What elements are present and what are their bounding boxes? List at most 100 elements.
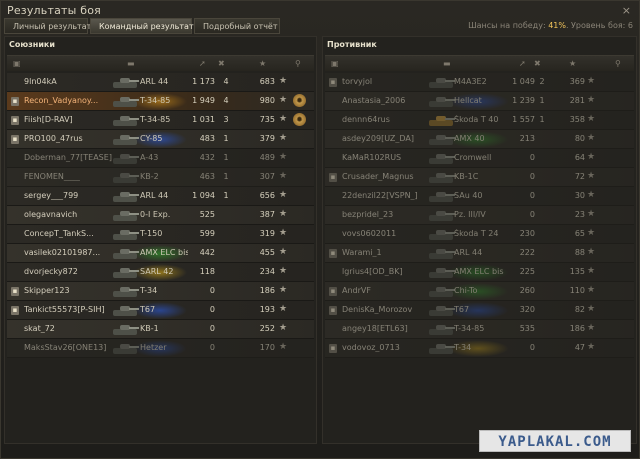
player-name[interactable]: Crusader_Magnus <box>342 172 437 181</box>
close-icon[interactable]: × <box>622 4 631 17</box>
player-name[interactable]: sergey___799 <box>24 191 112 200</box>
player-row[interactable]: dvorjecky872 SARL 42 118 234 ★ <box>7 263 314 282</box>
player-name[interactable]: dennn64rus <box>342 115 437 124</box>
player-row[interactable]: ▪ Recon_Vadyanoy... T-34-85 1 949 4 980 ★ ✹ <box>7 92 314 111</box>
player-name[interactable]: AndrVF <box>342 286 437 295</box>
player-name[interactable]: vodovoz_0713 <box>342 343 437 352</box>
medal-icon[interactable]: ⚲ <box>295 59 301 68</box>
player-row[interactable]: 22denzil22[VSPN_] SAu 40 0 30 ★ <box>325 187 634 206</box>
player-row[interactable]: ▪ Skipper123 T-34 0 186 ★ <box>7 282 314 301</box>
player-name[interactable]: bezpridel_23 <box>342 210 437 219</box>
destroyed-tank-icon[interactable]: ✖ <box>218 59 225 68</box>
tank-name: ARL 44 <box>140 77 169 86</box>
player-name[interactable]: PRO100_47rus <box>24 134 112 143</box>
platoon-column-icon[interactable]: ▣ <box>13 59 21 68</box>
xp-value: 88 <box>574 248 585 257</box>
damage-value: 0 <box>209 286 215 295</box>
player-name[interactable]: angey18[ETL63] <box>342 324 437 333</box>
platoon-icon: ▪ <box>11 306 19 315</box>
player-row[interactable]: ▪ Crusader_Magnus KB-1C 0 72 ★ <box>325 168 634 187</box>
xp-value: 23 <box>574 210 585 219</box>
player-row[interactable]: ▪ PRO100_47rus CY-85 483 1 379 ★ <box>7 130 314 149</box>
damage-value: 599 <box>199 229 215 238</box>
player-row[interactable]: KaMaR102RUS Cromwell 0 64 ★ <box>325 149 634 168</box>
player-row[interactable]: FENOMEN____ KB-2 463 1 307 ★ <box>7 168 314 187</box>
destroyed-tank-icon[interactable]: ✖ <box>534 59 541 68</box>
player-name[interactable]: ConcepT_TankS... <box>24 229 112 238</box>
player-row[interactable]: ▪ Tankict55573[P-SIH] T67 0 193 ★ <box>7 301 314 320</box>
player-name[interactable]: Warami_1 <box>342 248 437 257</box>
player-name[interactable]: skat_72 <box>24 324 112 333</box>
tab-personal-result[interactable]: Личный результат <box>4 18 91 34</box>
medal-icon[interactable]: ⚲ <box>615 59 621 68</box>
player-name[interactable]: FENOMEN____ <box>24 172 112 181</box>
player-name[interactable]: KaMaR102RUS <box>342 153 437 162</box>
player-row[interactable]: vasilek02101987... AMX ELC bis 442 455 ★ <box>7 244 314 263</box>
shell-icon[interactable]: ➚ <box>519 59 526 68</box>
star-icon[interactable]: ★ <box>259 59 266 68</box>
enemies-column-header: ▣ ▬ ➚ ✖ ★ ⚲ <box>325 55 634 71</box>
player-row[interactable]: skat_72 KB-1 0 252 ★ <box>7 320 314 339</box>
player-row[interactable]: 9ln04kA ARL 44 1 173 4 683 ★ <box>7 73 314 92</box>
player-name[interactable]: 22denzil22[VSPN_] <box>342 191 437 200</box>
player-row[interactable]: Doberman_77[TEASE] A-43 432 1 489 ★ <box>7 149 314 168</box>
platoon-column-icon[interactable]: ▣ <box>331 59 339 68</box>
tank-icon <box>112 95 140 108</box>
player-name[interactable]: olegavnavich <box>24 210 112 219</box>
tank-column-icon[interactable]: ▬ <box>127 59 135 68</box>
player-row[interactable]: ▪ vodovoz_0713 T-34 0 47 ★ <box>325 339 634 358</box>
player-name[interactable]: 9ln04kA <box>24 77 112 86</box>
player-name[interactable]: Skipper123 <box>24 286 112 295</box>
star-icon: ★ <box>587 247 596 257</box>
tab-team-result[interactable]: Командный результат <box>90 18 194 34</box>
damage-value: 0 <box>529 343 535 352</box>
player-row[interactable]: lgrius4[OD_BK] AMX ELC bis 225 135 ★ <box>325 263 634 282</box>
player-row[interactable]: ▪ DenisKa_Morozov T67 320 82 ★ <box>325 301 634 320</box>
tank-name: Hellcat <box>454 96 482 105</box>
shell-icon[interactable]: ➚ <box>199 59 206 68</box>
player-row[interactable]: angey18[ETL63] T-34-85 535 186 ★ <box>325 320 634 339</box>
player-name[interactable]: Fiish[D-RAV] <box>24 115 112 124</box>
player-row[interactable]: dennn64rus Škoda T 40 1 557 1 358 ★ <box>325 111 634 130</box>
player-name[interactable]: Anastasia_2006 <box>342 96 437 105</box>
xp-value: 193 <box>259 305 275 314</box>
player-name[interactable]: vasilek02101987... <box>24 248 112 257</box>
player-row[interactable]: bezpridel_23 Pz. III/IV 0 23 ★ <box>325 206 634 225</box>
damage-value: 0 <box>209 324 215 333</box>
medal-icon[interactable]: ✹ <box>293 113 306 126</box>
damage-value: 1 557 <box>512 115 535 124</box>
player-name[interactable]: Tankict55573[P-SIH] <box>24 305 112 314</box>
player-name[interactable]: lgrius4[OD_BK] <box>342 267 437 276</box>
player-name[interactable]: Recon_Vadyanoy... <box>24 96 112 105</box>
player-row[interactable]: ▪ Warami_1 ARL 44 222 88 ★ <box>325 244 634 263</box>
player-name[interactable]: asdey209[UZ_DA] <box>342 134 437 143</box>
tank-icon <box>428 133 456 146</box>
tank-icon <box>112 76 140 89</box>
player-row[interactable]: ▪ AndrVF Chi-To 260 110 ★ <box>325 282 634 301</box>
player-row[interactable]: Anastasia_2006 Hellcat 1 239 1 281 ★ <box>325 92 634 111</box>
star-icon: ★ <box>279 190 288 200</box>
tank-column-icon[interactable]: ▬ <box>443 59 451 68</box>
medal-icon[interactable]: ✹ <box>293 94 306 107</box>
player-name[interactable]: torvyjol <box>342 77 437 86</box>
player-name[interactable]: Doberman_77[TEASE] <box>24 153 112 162</box>
tab-detailed-report[interactable]: Подробный отчёт <box>194 18 280 34</box>
star-icon[interactable]: ★ <box>569 59 576 68</box>
player-row[interactable]: ▪ Fiish[D-RAV] T-34-85 1 031 3 735 ★ ✹ <box>7 111 314 130</box>
tank-name: Hetzer <box>140 343 167 352</box>
player-row[interactable]: vovs0602011 Škoda T 24 230 65 ★ <box>325 225 634 244</box>
player-row[interactable]: ConcepT_TankS... T-150 599 319 ★ <box>7 225 314 244</box>
player-name[interactable]: vovs0602011 <box>342 229 437 238</box>
platoon-icon: ▪ <box>329 306 337 315</box>
player-row[interactable]: asdey209[UZ_DA] AMX 40 213 80 ★ <box>325 130 634 149</box>
player-row[interactable]: ▪ torvyjol M4A3E2 1 049 2 369 ★ <box>325 73 634 92</box>
player-name[interactable]: dvorjecky872 <box>24 267 112 276</box>
damage-value: 0 <box>529 153 535 162</box>
damage-value: 118 <box>199 267 215 276</box>
damage-value: 432 <box>199 153 215 162</box>
player-row[interactable]: olegavnavich 0-I Exp. 525 387 ★ <box>7 206 314 225</box>
player-row[interactable]: sergey___799 ARL 44 1 094 1 656 ★ <box>7 187 314 206</box>
player-row[interactable]: MaksStav26[ONE13] Hetzer 0 170 ★ <box>7 339 314 358</box>
player-name[interactable]: DenisKa_Morozov <box>342 305 437 314</box>
player-name[interactable]: MaksStav26[ONE13] <box>24 343 112 352</box>
